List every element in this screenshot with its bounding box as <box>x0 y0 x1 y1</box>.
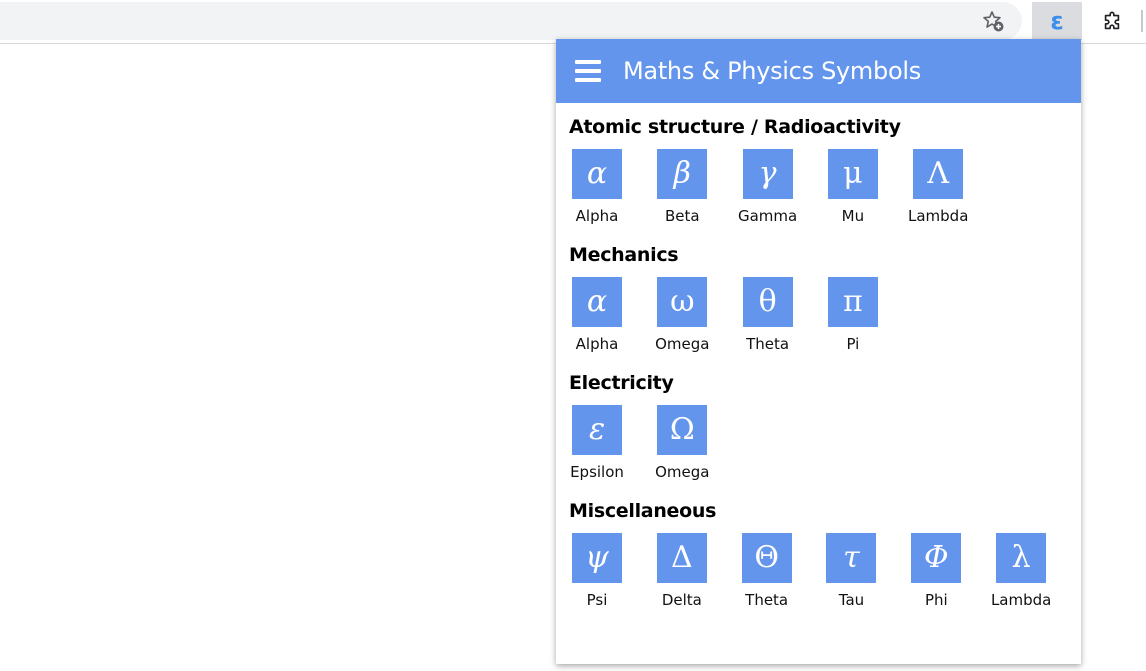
symbol-label: Mu <box>841 207 865 225</box>
symbol-glyph: ω <box>670 284 695 319</box>
section-title: Atomic structure / Radioactivity <box>569 116 901 138</box>
symbol-item: Θ Theta <box>741 533 827 609</box>
symbol-label: Alpha <box>575 335 619 353</box>
browser-toolbar: ε <box>0 0 1146 44</box>
symbol-glyph: λ <box>1011 540 1031 575</box>
symbol-button[interactable]: Φ <box>911 533 962 583</box>
symbol-row: α Alpha ω Omega θ Theta π Pi <box>572 277 1081 353</box>
symbol-glyph: Θ <box>754 540 779 575</box>
symbol-label: Theta <box>746 335 790 353</box>
symbol-item: Ω Omega <box>655 405 742 481</box>
symbol-glyph: τ <box>843 540 860 575</box>
symbol-item: β Beta <box>657 149 742 225</box>
symbol-button[interactable]: θ <box>742 277 793 327</box>
symbol-label: Psi <box>586 591 608 609</box>
symbol-button[interactable]: Δ <box>656 533 707 583</box>
symbol-item: ψ Psi <box>572 533 657 609</box>
symbol-item: ω Omega <box>655 277 742 353</box>
symbol-button[interactable]: ε <box>572 405 622 455</box>
symbol-glyph: Ω <box>669 412 695 447</box>
address-bar[interactable] <box>0 2 1022 40</box>
symbol-label: Lambda <box>907 207 969 225</box>
symbol-label: Gamma <box>737 207 798 225</box>
symbol-item: μ Mu <box>827 149 913 225</box>
symbol-label: Delta <box>661 591 702 609</box>
symbol-label: Pi <box>846 335 860 353</box>
symbol-glyph: Δ <box>670 540 693 575</box>
symbol-glyph: α <box>586 156 608 191</box>
symbol-button[interactable]: τ <box>826 533 877 583</box>
symbol-glyph: ε <box>588 412 606 447</box>
symbol-sections: Atomic structure / Radioactivity α Alpha β B… <box>556 103 1081 609</box>
symbol-label: Theta <box>745 591 789 609</box>
symbol-item: α Alpha <box>572 149 657 225</box>
extension-epsilon-icon[interactable]: ε <box>1032 2 1082 40</box>
symbol-item: α Alpha <box>572 277 657 353</box>
symbol-button[interactable]: α <box>572 277 622 327</box>
symbol-button[interactable]: ω <box>657 277 708 327</box>
symbol-button[interactable]: μ <box>827 149 878 199</box>
symbol-glyph: θ <box>758 284 777 319</box>
symbol-row: ε Epsilon Ω Omega <box>570 405 1081 481</box>
section-title: Mechanics <box>569 244 679 266</box>
symbol-item: Λ Lambda <box>907 149 998 225</box>
symbol-item: τ Tau <box>826 533 911 609</box>
symbol-label: Phi <box>924 591 948 609</box>
symbol-glyph: α <box>586 284 608 319</box>
symbol-item: π Pi <box>827 277 913 353</box>
symbol-item: θ Theta <box>742 277 828 353</box>
symbol-button[interactable]: β <box>657 149 708 199</box>
extensions-puzzle-icon[interactable] <box>1098 8 1126 36</box>
symbol-label: Omega <box>655 463 710 481</box>
popup-title: Maths & Physics Symbols <box>623 57 921 85</box>
symbol-glyph: μ <box>843 156 863 191</box>
symbol-label: Beta <box>665 207 700 225</box>
section-title: Electricity <box>569 372 674 394</box>
symbol-button[interactable]: Ω <box>657 405 708 455</box>
symbol-button[interactable]: π <box>827 277 878 327</box>
symbol-label: Epsilon <box>570 463 624 481</box>
symbol-label: Tau <box>838 591 865 609</box>
symbol-row: ψ Psi Δ Delta Θ Theta τ Tau Φ Phi λ Lambda <box>572 533 1081 609</box>
symbol-button[interactable]: Λ <box>913 149 964 199</box>
symbol-button[interactable]: α <box>572 149 622 199</box>
symbol-item: Δ Delta <box>656 533 742 609</box>
symbol-glyph: γ <box>758 156 777 191</box>
symbol-item: ε Epsilon <box>570 405 657 481</box>
symbol-label: Alpha <box>575 207 619 225</box>
symbol-glyph: Λ <box>927 156 950 191</box>
hamburger-menu-icon[interactable] <box>575 60 601 82</box>
symbol-glyph: ψ <box>585 540 609 575</box>
symbol-item: Φ Phi <box>911 533 996 609</box>
symbol-label: Lambda <box>990 591 1052 609</box>
symbol-button[interactable]: λ <box>996 533 1047 583</box>
symbol-item: λ Lambda <box>990 533 1081 609</box>
extension-popup: Maths & Physics Symbols Atomic structure… <box>556 39 1081 664</box>
symbol-button[interactable]: Θ <box>741 533 792 583</box>
toolbar-divider <box>1141 10 1143 32</box>
symbol-button[interactable]: γ <box>742 149 793 199</box>
symbol-glyph: π <box>843 284 863 319</box>
popup-header: Maths & Physics Symbols <box>556 39 1081 103</box>
symbol-item: γ Gamma <box>737 149 828 225</box>
symbol-row: α Alpha β Beta γ Gamma μ Mu Λ Lambda <box>572 149 1081 225</box>
symbol-label: Omega <box>655 335 710 353</box>
symbol-button[interactable]: ψ <box>572 533 622 583</box>
symbol-glyph: Φ <box>924 540 949 575</box>
symbol-glyph: β <box>673 156 691 191</box>
bookmark-star-icon[interactable] <box>980 8 1006 34</box>
section-title: Miscellaneous <box>569 500 717 522</box>
